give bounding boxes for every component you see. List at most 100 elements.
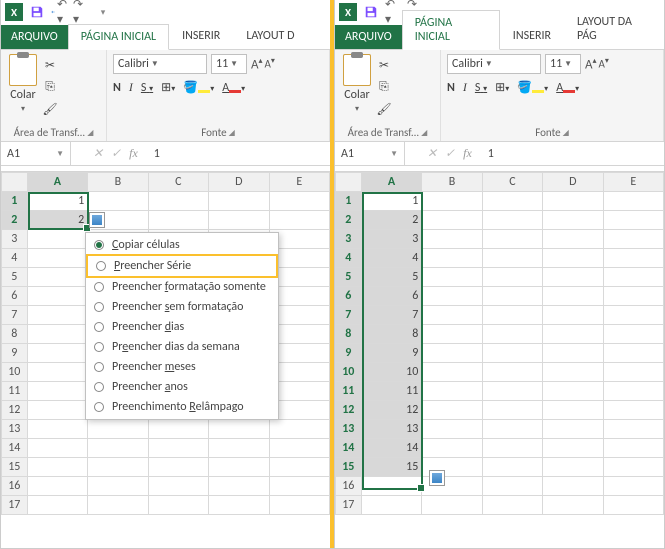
cell[interactable] [603,268,663,287]
cell[interactable] [422,401,482,420]
autofill-context-menu[interactable]: Copiar célulasPreencher SériePreencher f… [85,232,279,420]
cell[interactable]: 12 [361,401,422,420]
cancel-icon[interactable]: ✕ [93,146,103,161]
row-header[interactable]: 1 [335,192,361,211]
cell[interactable]: 10 [361,363,422,382]
cell[interactable] [27,496,88,515]
font-size-combo[interactable]: 11▼ [211,54,247,74]
borders-button[interactable]: ⊞▾ [495,80,509,95]
cell[interactable] [269,477,329,496]
cell[interactable] [422,420,482,439]
font-name-combo[interactable]: Calibri▼ [113,54,207,74]
cell[interactable] [482,344,542,363]
column-header[interactable]: A [27,173,88,192]
cell[interactable] [27,458,88,477]
context-menu-item[interactable]: Preencher Série [86,254,278,278]
cell[interactable] [88,477,148,496]
decrease-font-icon[interactable]: A▾ [265,56,275,72]
dialog-launcher-icon[interactable]: ◢ [563,128,569,138]
cell[interactable] [543,268,603,287]
cell[interactable]: 3 [361,230,422,249]
context-menu-item[interactable]: Preenchimento Relâmpago [86,397,278,417]
italic-button[interactable]: I [463,80,467,95]
cell[interactable] [269,496,329,515]
increase-font-icon[interactable]: A▴ [251,56,263,72]
column-header[interactable]: D [543,173,603,192]
cell[interactable] [422,211,482,230]
cell[interactable] [269,192,329,211]
cell[interactable] [603,344,663,363]
cell[interactable] [603,249,663,268]
cell[interactable] [482,287,542,306]
row-header[interactable]: 11 [2,382,28,401]
cell[interactable] [148,439,208,458]
fill-color-button[interactable]: 🪣▾ [517,80,548,95]
fill-color-button[interactable]: 🪣▾ [183,80,214,95]
row-header[interactable]: 12 [2,401,28,420]
cell[interactable] [603,287,663,306]
row-header[interactable]: 14 [335,439,361,458]
font-size-combo[interactable]: 11▼ [545,54,581,74]
fx-icon[interactable]: fx [129,146,138,161]
column-header[interactable]: D [209,173,269,192]
undo-icon[interactable]: ↶ ▾ [385,4,401,20]
qat-more-icon[interactable]: ▾ [95,4,111,20]
cell[interactable] [88,192,148,211]
name-box[interactable]: A1▼ [335,142,405,165]
row-header[interactable]: 15 [2,458,28,477]
cancel-icon[interactable]: ✕ [427,146,437,161]
context-menu-item[interactable]: Preencher meses [86,357,278,377]
cell[interactable] [482,382,542,401]
borders-button[interactable]: ⊞▾ [161,80,175,95]
decrease-font-icon[interactable]: A▾ [599,56,609,72]
cell[interactable]: 13 [361,420,422,439]
formula-input[interactable]: 1 [146,147,168,161]
cell[interactable] [603,439,663,458]
row-header[interactable]: 13 [335,420,361,439]
cell[interactable] [482,230,542,249]
row-header[interactable]: 8 [2,325,28,344]
cell[interactable]: 15 [361,458,422,477]
row-header[interactable]: 3 [2,230,28,249]
row-header[interactable]: 13 [2,420,28,439]
cell[interactable] [88,439,148,458]
cell[interactable] [482,420,542,439]
column-header[interactable]: C [482,173,542,192]
column-header[interactable]: A [361,173,422,192]
cell[interactable] [422,363,482,382]
row-header[interactable]: 7 [2,306,28,325]
cell[interactable] [148,496,208,515]
bold-button[interactable]: N [447,81,455,95]
cell[interactable] [209,420,269,439]
cell[interactable] [422,382,482,401]
cell[interactable] [27,268,88,287]
cell[interactable]: 7 [361,306,422,325]
cell[interactable] [148,458,208,477]
font-name-combo[interactable]: Calibri▼ [447,54,541,74]
cell[interactable] [543,287,603,306]
tab-home[interactable]: PÁGINA INICIAL [402,10,500,50]
name-box[interactable]: A1▼ [1,142,71,165]
cell[interactable] [482,477,542,496]
enter-icon[interactable]: ✓ [445,146,455,161]
cell[interactable]: 14 [361,439,422,458]
row-header[interactable]: 17 [2,496,28,515]
formula-input[interactable]: 1 [480,147,502,161]
cell[interactable] [422,287,482,306]
italic-button[interactable]: I [129,80,133,95]
column-header[interactable]: B [88,173,148,192]
cell[interactable] [543,230,603,249]
cell[interactable] [543,363,603,382]
font-color-button[interactable]: A▾ [222,81,245,95]
cell[interactable] [543,211,603,230]
cell[interactable] [603,363,663,382]
cell[interactable] [27,363,88,382]
cell[interactable] [603,420,663,439]
cell[interactable] [27,344,88,363]
cell[interactable] [543,249,603,268]
column-header[interactable]: E [603,173,663,192]
cell[interactable] [361,496,422,515]
row-header[interactable]: 14 [2,439,28,458]
cell[interactable] [482,249,542,268]
cell[interactable] [269,439,329,458]
